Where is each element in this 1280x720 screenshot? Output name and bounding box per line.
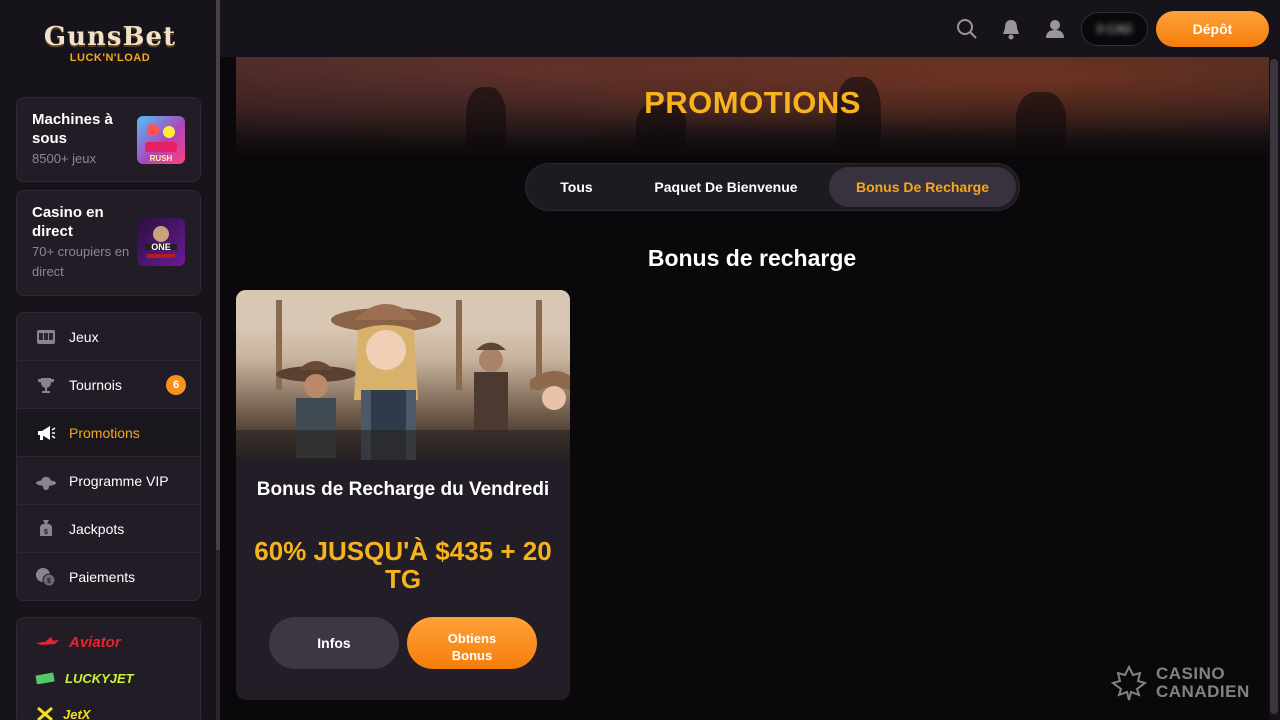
svg-text:$: $ (44, 529, 48, 536)
search-icon[interactable] (954, 16, 980, 42)
app-root: GunsBet LUCK'N'LOAD Machines à sous 8500… (0, 0, 1280, 720)
x-icon (37, 706, 53, 720)
sidebar-item-label: Promotions (69, 425, 140, 441)
sidebar-item-label: Tournois (69, 377, 122, 393)
sidebar-item-promotions[interactable]: Promotions (17, 409, 200, 457)
promo-title: Bonus de Recharge du Vendredi (256, 479, 550, 500)
sidebar-item-vip[interactable]: Programme VIP (17, 457, 200, 505)
svg-text:$: $ (47, 578, 51, 585)
tab-bonus-de-recharge[interactable]: Bonus De Recharge (829, 167, 1016, 207)
game-link-luckyjet[interactable]: LUCKYJET (35, 668, 134, 688)
watermark-text: CASINO CANADIEN (1156, 665, 1250, 701)
game-link-jetx[interactable]: JetX (35, 704, 90, 720)
page-title: PROMOTIONS (644, 85, 861, 120)
brand-logo[interactable]: GunsBet LUCK'N'LOAD (40, 22, 180, 72)
sidebar-item-jeux[interactable]: Jeux (17, 313, 200, 361)
trophy-icon (35, 375, 57, 395)
sidebar-item-jackpots[interactable]: $ Jackpots (17, 505, 200, 553)
coins-icon: $ (35, 567, 57, 587)
logo-wordmark: GunsBet (43, 22, 177, 52)
category-subtitle: 70+ croupiers en direct (32, 244, 130, 279)
sidebar: GunsBet LUCK'N'LOAD Machines à sous 8500… (0, 0, 218, 720)
promo-info-button[interactable]: Infos (269, 617, 399, 669)
tournament-count-badge: 6 (166, 375, 186, 395)
svg-text:ONE: ONE (151, 242, 171, 252)
logo-tagline: LUCK'N'LOAD (69, 52, 151, 64)
tab-tous[interactable]: Tous (529, 167, 624, 207)
promo-offer: 60% JUSQU'À $435 + 20 TG (254, 536, 552, 594)
watermark-line2: CANADIEN (1156, 682, 1250, 701)
promo-card[interactable]: Bonus de Recharge du Vendredi 60% JUSQU'… (236, 290, 570, 700)
cowboy-hat-icon (35, 471, 57, 491)
sidebar-item-label: Paiements (69, 569, 136, 585)
get-bonus-label-line2: Bonus (451, 647, 493, 663)
game-label: Aviator (69, 633, 121, 651)
get-bonus-button[interactable]: Obtiens Bonus (407, 617, 537, 669)
promo-tabs: Tous Paquet De Bienvenue Bonus De Rechar… (525, 163, 1020, 211)
category-subtitle: 8500+ jeux (32, 151, 96, 166)
section-title: Bonus de recharge (647, 245, 857, 271)
sidebar-item-paiements[interactable]: $ Paiements (17, 553, 200, 600)
category-title: Machines à sous (32, 111, 113, 147)
live-casino-thumb: ONE (137, 218, 185, 266)
cash-icon (35, 672, 55, 684)
sidebar-item-tournois[interactable]: Tournois 6 (17, 361, 200, 409)
tab-paquet-de-bienvenue[interactable]: Paquet De Bienvenue (636, 167, 816, 207)
get-bonus-label-line1: Obtiens (447, 630, 497, 646)
svg-text:RUSH: RUSH (150, 154, 173, 163)
slot-machine-icon (35, 327, 57, 347)
main-content: PROMOTIONS Tous Paquet De Bienvenue Bonu… (220, 57, 1280, 720)
category-card-live[interactable]: Casino en direct 70+ croupiers en direct… (16, 190, 201, 296)
category-card-slots[interactable]: Machines à sous 8500+ jeux RUSH (16, 97, 201, 182)
sidebar-item-label: Programme VIP (69, 473, 169, 489)
sidebar-item-label: Jackpots (69, 521, 125, 537)
sidebar-item-label: Jeux (69, 329, 99, 345)
balance-value: 0 CAD (1096, 22, 1133, 36)
bell-icon[interactable] (998, 16, 1024, 42)
sidebar-nav: Jeux Tournois 6 Promotions Programme VIP… (16, 312, 201, 601)
featured-games: Aviator LUCKYJET JetX (16, 617, 201, 720)
user-icon[interactable] (1042, 16, 1068, 42)
megaphone-icon (35, 423, 57, 443)
balance-display[interactable]: 0 CAD (1081, 12, 1148, 46)
slot-thumb: RUSH (137, 116, 185, 164)
maple-leaf-spade-icon (1110, 664, 1148, 701)
game-link-aviator[interactable]: Aviator (35, 632, 121, 652)
promo-card-image (236, 290, 570, 460)
money-bag-icon: $ (35, 519, 57, 539)
casino-canadien-watermark: CASINO CANADIEN (1110, 663, 1270, 703)
deposit-button[interactable]: Dépôt (1156, 11, 1269, 47)
main-scrollbar-thumb[interactable] (1270, 59, 1278, 714)
watermark-line1: CASINO (1156, 664, 1226, 683)
plane-icon (36, 637, 59, 645)
category-title: Casino en direct (32, 204, 104, 240)
game-label: JetX (63, 706, 91, 720)
game-label: LUCKYJET (65, 670, 134, 686)
promotions-hero-banner: PROMOTIONS (236, 57, 1269, 157)
